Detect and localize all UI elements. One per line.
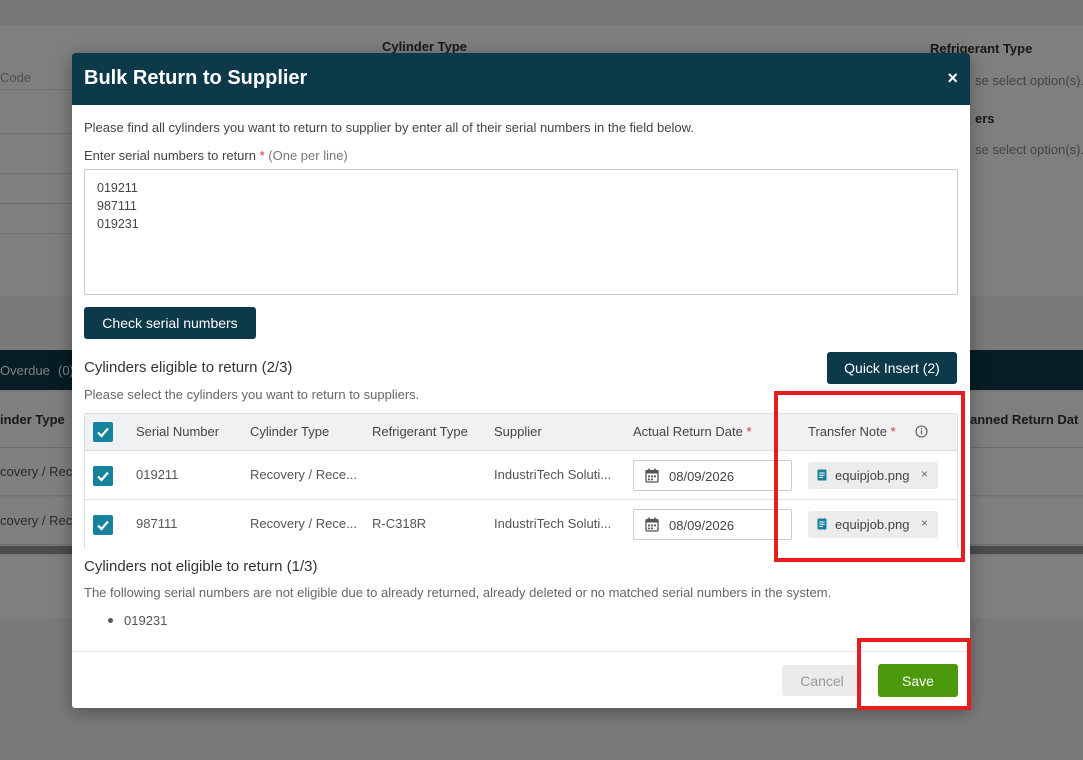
serial-numbers-textarea[interactable]: 019211 987111 019231: [84, 169, 958, 295]
header-serial-number[interactable]: Serial Number: [136, 424, 219, 439]
check-icon: [97, 427, 109, 438]
return-date-picker[interactable]: 08/09/2026: [633, 460, 792, 491]
cell-serial-number: 019211: [136, 467, 179, 482]
close-button[interactable]: ×: [947, 68, 958, 88]
cell-supplier: IndustriTech Soluti...: [494, 516, 612, 531]
header-supplier[interactable]: Supplier: [494, 424, 542, 439]
return-date-picker[interactable]: 08/09/2026: [633, 509, 792, 540]
intro-text: Please find all cylinders you want to re…: [84, 120, 694, 135]
row-checkbox[interactable]: [93, 466, 113, 486]
check-icon: [97, 471, 109, 482]
serial-hint: (One per line): [268, 148, 348, 163]
cell-cylinder-type: Recovery / Rece...: [250, 516, 357, 531]
cell-serial-number: 987111: [136, 516, 178, 531]
bullet-dot: [108, 618, 113, 623]
cell-supplier: IndustriTech Soluti...: [494, 467, 612, 482]
modal-header: Bulk Return to Supplier ×: [72, 53, 970, 105]
save-button-highlight: [857, 638, 971, 710]
modal-title: Bulk Return to Supplier: [84, 67, 308, 89]
check-serial-numbers-button[interactable]: Check serial numbers: [84, 307, 256, 339]
not-eligible-subtitle: The following serial numbers are not eli…: [84, 585, 832, 600]
required-marker: *: [746, 424, 752, 439]
row-checkbox[interactable]: [93, 515, 113, 535]
footer-divider: [72, 651, 970, 652]
return-date-value: 08/09/2026: [669, 518, 735, 533]
serial-label-text: Enter serial numbers to return: [84, 148, 256, 163]
select-all-checkbox[interactable]: [93, 422, 113, 442]
calendar-icon: [645, 468, 659, 483]
eligible-title: Cylinders eligible to return (2/3): [84, 359, 293, 376]
header-actual-return-date[interactable]: Actual Return Date *: [633, 424, 752, 439]
cell-refrigerant-type: R-C318R: [372, 516, 427, 531]
header-refrigerant-type[interactable]: Refrigerant Type: [372, 424, 468, 439]
actual-return-date-label: Actual Return Date: [633, 424, 743, 439]
required-marker: *: [259, 148, 265, 163]
calendar-icon: [645, 517, 659, 532]
transfer-note-highlight: [774, 391, 965, 562]
check-icon: [97, 520, 109, 531]
not-eligible-title: Cylinders not eligible to return (1/3): [84, 558, 318, 575]
return-date-value: 08/09/2026: [669, 469, 735, 484]
not-eligible-item: 019231: [124, 613, 168, 628]
cancel-button[interactable]: Cancel: [782, 665, 862, 696]
eligible-subtitle: Please select the cylinders you want to …: [84, 387, 420, 402]
cell-cylinder-type: Recovery / Rece...: [250, 467, 357, 482]
quick-insert-button[interactable]: Quick Insert (2): [827, 352, 957, 384]
bulk-return-modal: Bulk Return to Supplier × Please find al…: [72, 53, 970, 708]
serial-field-label: Enter serial numbers to return * (One pe…: [84, 148, 348, 163]
header-cylinder-type[interactable]: Cylinder Type: [250, 424, 329, 439]
